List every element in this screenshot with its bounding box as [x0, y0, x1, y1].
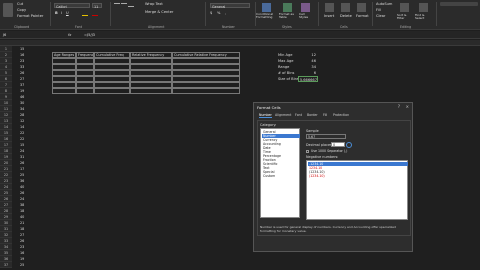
formula-bar: J6 fx =J5/J3 — [0, 31, 480, 39]
font-color-icon[interactable] — [92, 11, 98, 16]
tab-fill[interactable]: Fill — [323, 113, 327, 118]
ribbon-group-label: Alignment — [148, 25, 165, 29]
italic-button[interactable]: I — [61, 11, 62, 16]
ribbon-group-label: Number — [222, 25, 235, 29]
ribbon-group-label: Cells — [340, 25, 348, 29]
number-format-value: General — [212, 5, 226, 9]
conditional-formatting-button[interactable]: Conditional Formatting — [256, 12, 278, 20]
ribbon: Cut Copy Format Painter Calibri 11 B I U… — [0, 0, 480, 30]
negative-numbers-label: Negative numbers: — [306, 155, 339, 159]
thousands-separator-checkbox[interactable] — [306, 150, 309, 153]
format-icon[interactable] — [357, 3, 366, 12]
account-avatar-icon[interactable] — [440, 2, 478, 6]
font-name-dropdown[interactable]: Calibri — [54, 3, 90, 9]
category-list[interactable]: General Number Currency Accounting Date Time P… — [260, 128, 300, 218]
decimal-places-input[interactable]: 0 — [331, 142, 345, 147]
merge-center-button[interactable]: Merge & Center — [145, 10, 173, 15]
cell-age-value[interactable]: 25 — [20, 262, 34, 268]
comma-button[interactable]: , — [225, 11, 226, 16]
tab-border[interactable]: Border — [307, 113, 318, 118]
thousands-separator-label: Use 1000 Separator (,) — [311, 149, 348, 153]
tab-protection[interactable]: Protection — [333, 113, 349, 118]
copy-button[interactable]: Copy — [17, 8, 26, 13]
table-cell[interactable] — [172, 88, 240, 94]
format-painter-button[interactable]: Format Painter — [17, 14, 43, 19]
find-select-icon[interactable] — [419, 3, 428, 12]
insert-icon[interactable] — [325, 3, 334, 12]
ribbon-group-label: Font — [75, 25, 82, 29]
format-as-table-button[interactable]: Format as Table — [279, 12, 297, 20]
find-select-button[interactable]: Find & Select — [415, 13, 433, 21]
number-format-dropdown[interactable]: General — [210, 3, 250, 9]
clear-button[interactable]: Clear — [376, 14, 385, 19]
currency-button[interactable]: $ — [210, 11, 212, 16]
sample-label: Sample — [306, 129, 319, 133]
insert-button[interactable]: Insert — [324, 14, 334, 19]
percent-button[interactable]: % — [217, 11, 220, 16]
font-size-value: 11 — [94, 5, 99, 9]
close-icon[interactable]: × — [406, 104, 409, 109]
tab-alignment[interactable]: Alignment — [275, 113, 291, 118]
ribbon-separator — [110, 2, 111, 26]
table-cell[interactable] — [94, 88, 130, 94]
autosum-button[interactable]: AutoSum — [376, 2, 392, 7]
negative-option[interactable]: (1234.10) — [308, 174, 408, 178]
sort-filter-button[interactable]: Sort & Filter — [397, 13, 413, 21]
sample-value: 5.67 — [306, 134, 346, 139]
ribbon-group-label: Clipboard — [14, 25, 30, 29]
align-bottom-icon[interactable] — [128, 3, 134, 7]
ribbon-group-label: Editing — [400, 25, 412, 29]
name-box[interactable]: J6 — [1, 32, 27, 38]
conditional-formatting-icon[interactable] — [262, 3, 271, 12]
help-icon[interactable]: ? — [398, 104, 400, 109]
stat-label: Size of Bins — [278, 77, 299, 81]
decimal-spinner-icon[interactable] — [346, 142, 352, 148]
category-label: Category: — [260, 123, 277, 127]
cut-button[interactable]: Cut — [17, 2, 23, 7]
row-header[interactable]: 37 — [0, 262, 12, 268]
category-description: Number is used for general display of nu… — [260, 225, 396, 233]
table-cell[interactable] — [130, 88, 172, 94]
negative-numbers-list[interactable]: -1234.10 1234.10 (1234.10) (1234.10) — [306, 160, 408, 220]
formula-input[interactable]: =J5/J3 — [84, 32, 95, 38]
cell-styles-icon[interactable] — [301, 3, 310, 12]
align-top-icon[interactable] — [114, 3, 120, 7]
stat-value[interactable]: 5.666667 — [298, 76, 318, 82]
format-button[interactable]: Format — [356, 14, 369, 19]
font-size-dropdown[interactable]: 11 — [92, 3, 102, 9]
tab-number[interactable]: Number — [259, 113, 272, 118]
format-cells-dialog: Format Cells ? × Number Alignment Font B… — [253, 102, 413, 252]
delete-icon[interactable] — [341, 3, 350, 12]
sort-filter-icon[interactable] — [400, 3, 409, 12]
fill-color-icon[interactable] — [82, 11, 88, 16]
ribbon-separator — [372, 2, 373, 26]
dialog-body: Category: General Number Currency Accountin… — [257, 120, 411, 236]
paste-icon[interactable] — [3, 3, 13, 17]
ribbon-separator — [318, 2, 319, 26]
table-cell[interactable] — [76, 88, 94, 94]
underline-button[interactable]: U — [66, 11, 69, 16]
fx-icon[interactable]: fx — [68, 32, 71, 38]
cell-styles-button[interactable]: Cell Styles — [299, 12, 313, 20]
category-item[interactable]: Custom — [262, 174, 300, 178]
delete-button[interactable]: Delete — [340, 14, 352, 19]
bold-button[interactable]: B — [55, 11, 58, 16]
font-name-value: Calibri — [56, 5, 67, 9]
table-cell[interactable] — [52, 88, 76, 94]
fill-button[interactable]: Fill — [376, 8, 381, 13]
ribbon-separator — [205, 2, 206, 26]
ribbon-separator — [436, 2, 437, 26]
format-as-table-icon[interactable] — [283, 3, 292, 12]
align-middle-icon[interactable] — [121, 3, 127, 7]
tab-font[interactable]: Font — [295, 113, 302, 118]
dialog-title: Format Cells — [257, 105, 281, 110]
wrap-text-button[interactable]: Wrap Text — [145, 2, 163, 7]
decimal-places-label: Decimal places: — [306, 143, 333, 147]
ribbon-group-label: Styles — [282, 25, 292, 29]
ribbon-separator — [50, 2, 51, 26]
